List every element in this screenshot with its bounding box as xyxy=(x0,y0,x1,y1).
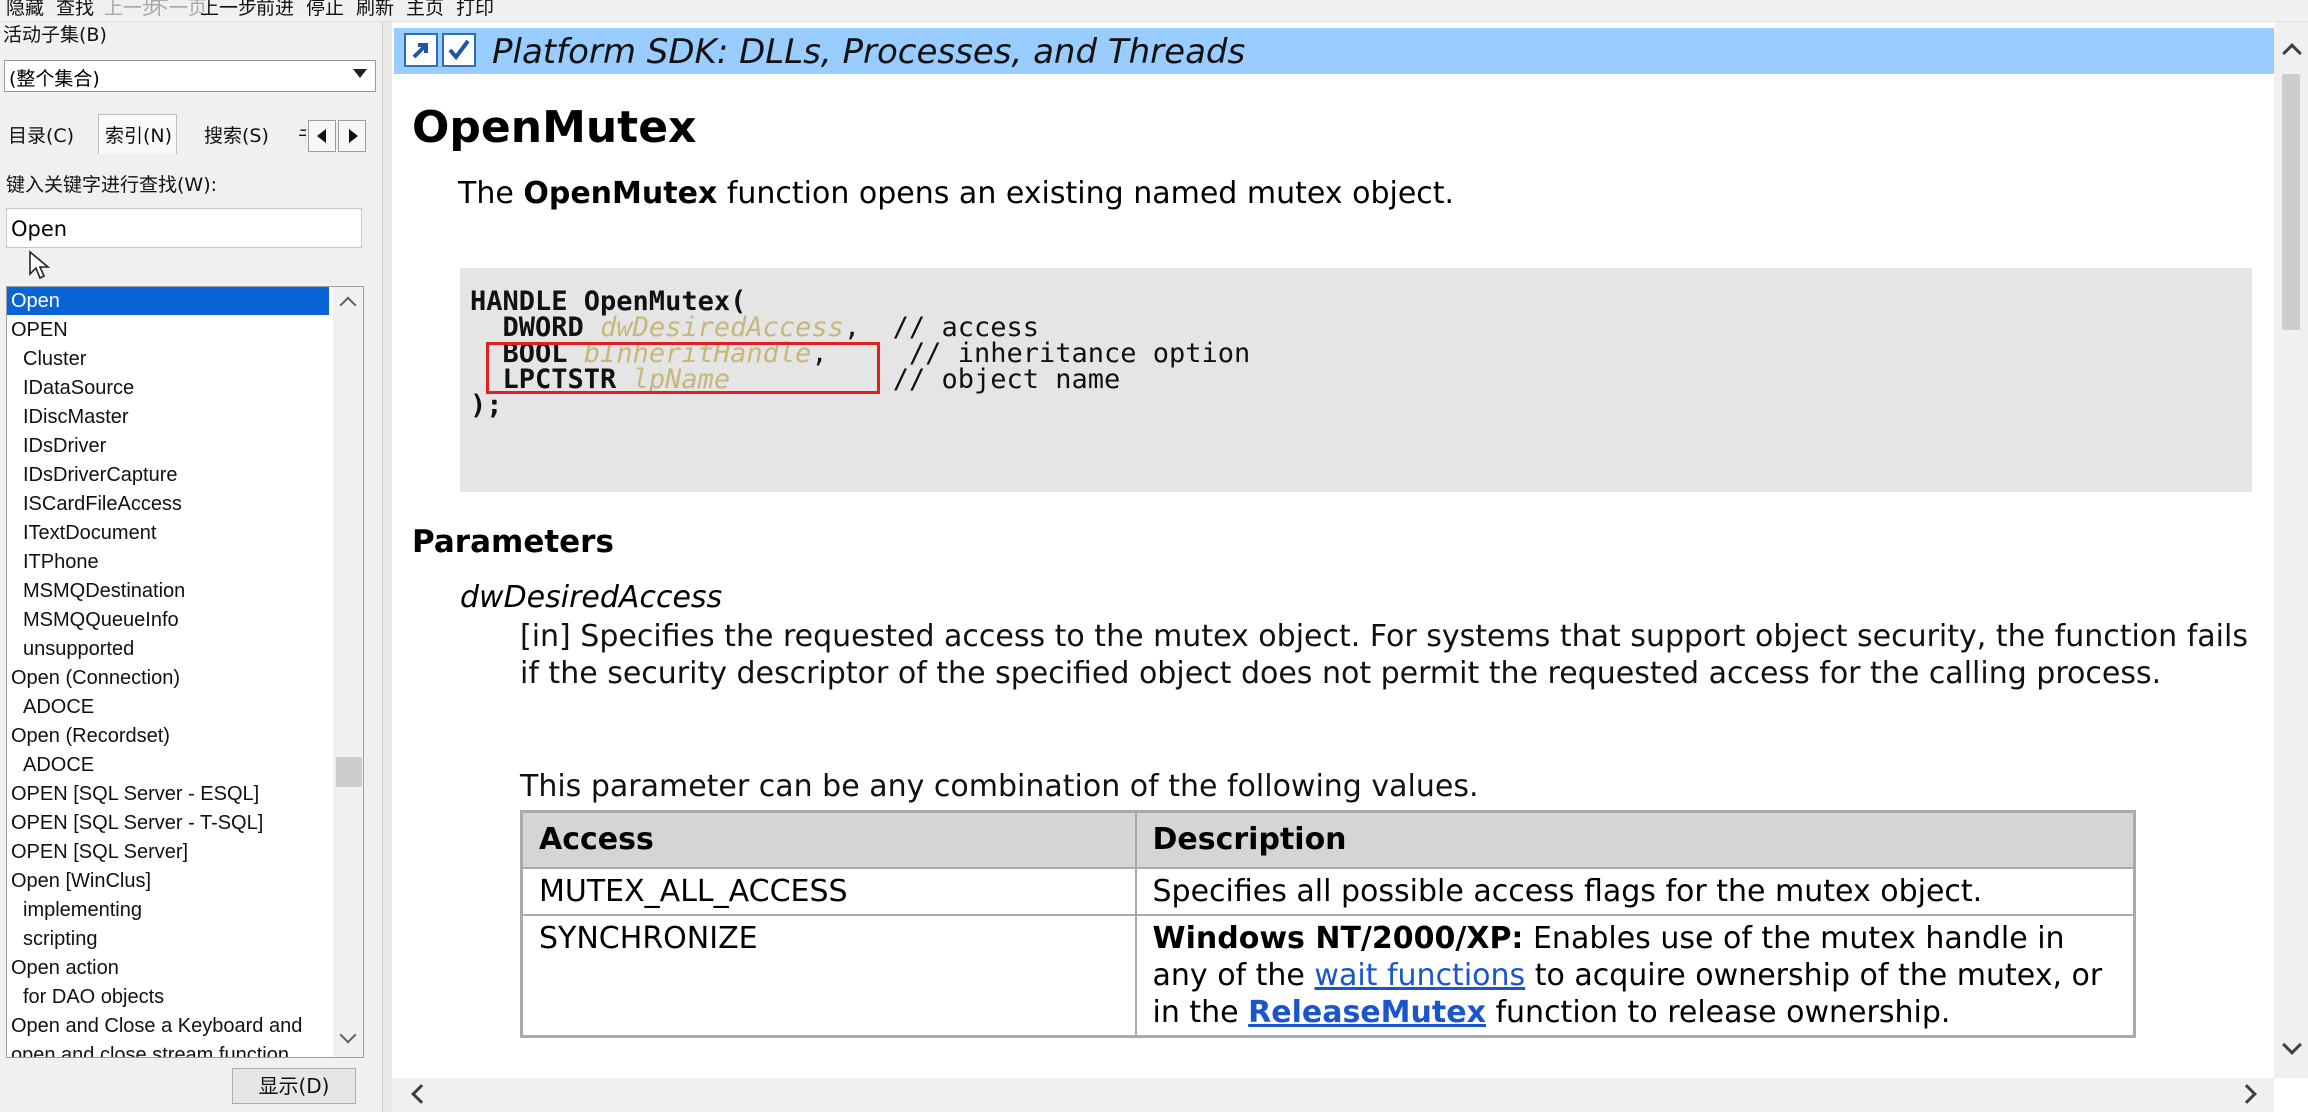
subset-label: 活动子集(B) xyxy=(3,24,107,46)
home-button[interactable]: 主页 xyxy=(406,0,444,20)
chevron-down-icon xyxy=(353,69,367,78)
list-item[interactable]: for DAO objects xyxy=(7,983,329,1011)
list-item[interactable]: open and close stream function xyxy=(7,1041,329,1057)
table-row: MUTEX_ALL_ACCESS Specifies all possible … xyxy=(520,866,2136,916)
find-button[interactable]: 查找 xyxy=(56,0,94,20)
topic-content: Platform SDK: DLLs, Processes, and Threa… xyxy=(392,22,2308,1112)
tab-scroll-left-button[interactable] xyxy=(308,120,336,152)
banner-title: Platform SDK: DLLs, Processes, and Threa… xyxy=(492,32,1246,72)
stop-button[interactable]: 停止 xyxy=(306,0,344,20)
forward-button[interactable]: 前进 xyxy=(256,0,294,20)
description-text: function to release ownership. xyxy=(1485,994,1951,1030)
display-button[interactable]: 显示(D) xyxy=(232,1068,356,1104)
toolbar: 隐藏 查找 上一步 下一页 上一步 前进 停止 刷新 主页 打印 xyxy=(0,0,2308,22)
hide-button[interactable]: 隐藏 xyxy=(6,0,44,20)
content-horizontal-scrollbar[interactable] xyxy=(392,1078,2274,1112)
list-item[interactable]: MSMQQueueInfo xyxy=(7,606,329,634)
param-name: dwDesiredAccess xyxy=(460,580,723,615)
prev-step-button[interactable]: 上一步 xyxy=(200,0,257,20)
access-description: Specifies all possible access flags for … xyxy=(1134,866,2136,916)
refresh-button[interactable]: 刷新 xyxy=(356,0,394,20)
arrow-left-icon xyxy=(317,129,326,143)
column-header-access: Access xyxy=(520,810,1137,869)
column-header-description: Description xyxy=(1134,810,2136,869)
index-list-scrollbar[interactable] xyxy=(333,287,363,1057)
chevron-right-icon[interactable] xyxy=(2237,1084,2257,1104)
scrollbar-thumb[interactable] xyxy=(2282,74,2300,330)
show-in-contents-icon[interactable] xyxy=(404,33,438,67)
scrollbar-thumb[interactable] xyxy=(336,757,362,787)
list-item[interactable]: OPEN [SQL Server - T-SQL] xyxy=(7,809,329,837)
subset-select[interactable]: (整个集合) xyxy=(4,60,376,92)
list-item[interactable]: Open action xyxy=(7,954,329,982)
access-description: Windows NT/2000/XP: Enables use of the m… xyxy=(1134,913,2136,1037)
list-item[interactable]: unsupported xyxy=(7,635,329,663)
list-item[interactable]: ADOCE xyxy=(7,693,329,721)
access-flag: SYNCHRONIZE xyxy=(520,913,1137,1037)
tab-index[interactable]: 索引(N) xyxy=(98,114,178,154)
param-values-note: This parameter can be any combination of… xyxy=(520,769,1479,804)
list-item[interactable]: ADOCE xyxy=(7,751,329,779)
list-item[interactable]: OPEN [SQL Server] xyxy=(7,838,329,866)
list-item[interactable]: ITPhone xyxy=(7,548,329,576)
list-item[interactable]: Open (Connection) xyxy=(7,664,329,692)
list-item[interactable]: ITextDocument xyxy=(7,519,329,547)
releasemutex-link[interactable]: ReleaseMutex xyxy=(1248,995,1486,1030)
index-list[interactable]: Open OPEN Cluster IDataSource IDiscMaste… xyxy=(6,286,364,1058)
list-item[interactable]: Open and Close a Keyboard and xyxy=(7,1012,329,1040)
chevron-down-icon[interactable] xyxy=(339,1026,357,1044)
intro-prefix: The xyxy=(458,176,524,211)
list-item[interactable]: IDsDriver xyxy=(7,432,329,460)
tab-favorites[interactable]: 书 xyxy=(298,118,306,152)
list-item[interactable]: IDataSource xyxy=(7,374,329,402)
list-item[interactable]: OPEN [SQL Server - ESQL] xyxy=(7,780,329,808)
param-description: [in] Specifies the requested access to t… xyxy=(520,619,2248,691)
keyword-input[interactable]: Open xyxy=(6,208,362,248)
access-table: Access Description MUTEX_ALL_ACCESS Spec… xyxy=(520,810,2136,1038)
code-comment: // object name xyxy=(892,364,1121,395)
access-flag: MUTEX_ALL_ACCESS xyxy=(520,866,1137,916)
pane-splitter[interactable] xyxy=(382,22,392,1112)
list-item[interactable]: Cluster xyxy=(7,345,329,373)
tab-search[interactable]: 搜索(S) xyxy=(204,118,269,152)
table-row: SYNCHRONIZE Windows NT/2000/XP: Enables … xyxy=(520,913,2136,1037)
keyword-value: Open xyxy=(11,217,68,241)
arrow-right-icon xyxy=(349,129,358,143)
list-item[interactable]: Open xyxy=(7,287,329,315)
chevron-up-icon[interactable] xyxy=(2282,43,2302,63)
tab-scroll-right-button[interactable] xyxy=(338,120,366,152)
list-item[interactable]: Open (Recordset) xyxy=(7,722,329,750)
list-item[interactable]: scripting xyxy=(7,925,329,953)
checkmark-icon[interactable] xyxy=(442,33,476,67)
list-item[interactable]: ISCardFileAccess xyxy=(7,490,329,518)
content-vertical-scrollbar[interactable] xyxy=(2274,22,2308,1078)
page-title: OpenMutex xyxy=(412,102,697,153)
tab-contents[interactable]: 目录(C) xyxy=(8,118,74,152)
highlight-annotation-box xyxy=(486,342,880,394)
navigation-pane: 活动子集(B) (整个集合) 目录(C) 索引(N) 搜索(S) 书 键入关键字… xyxy=(0,22,382,1112)
subset-value: (整个集合) xyxy=(9,68,100,90)
list-item[interactable]: Open [WinClus] xyxy=(7,867,329,895)
next-page-button[interactable]: 下一页 xyxy=(150,0,207,20)
os-requirement: Windows NT/2000/XP: xyxy=(1152,920,1524,956)
wait-functions-link[interactable]: wait functions xyxy=(1314,958,1525,993)
intro-function-name: OpenMutex xyxy=(523,176,718,211)
table-header-row: Access Description xyxy=(520,810,2136,869)
list-item[interactable]: IDiscMaster xyxy=(7,403,329,431)
mouse-cursor-icon xyxy=(29,250,51,280)
intro-suffix: function opens an existing named mutex o… xyxy=(717,176,1455,211)
intro-text: The OpenMutex function opens an existing… xyxy=(458,176,1454,211)
keyword-label: 键入关键字进行查找(W): xyxy=(6,174,218,196)
list-item[interactable]: MSMQDestination xyxy=(7,577,329,605)
chevron-down-icon[interactable] xyxy=(2282,1035,2302,1055)
parameters-heading: Parameters xyxy=(412,524,614,560)
list-item[interactable]: OPEN xyxy=(7,316,329,344)
chevron-left-icon[interactable] xyxy=(411,1084,431,1104)
chevron-up-icon[interactable] xyxy=(339,296,357,314)
list-item[interactable]: IDsDriverCapture xyxy=(7,461,329,489)
topic-banner: Platform SDK: DLLs, Processes, and Threa… xyxy=(394,28,2280,74)
list-item[interactable]: implementing xyxy=(7,896,329,924)
code-close: ); xyxy=(470,390,503,421)
print-button[interactable]: 打印 xyxy=(456,0,494,20)
